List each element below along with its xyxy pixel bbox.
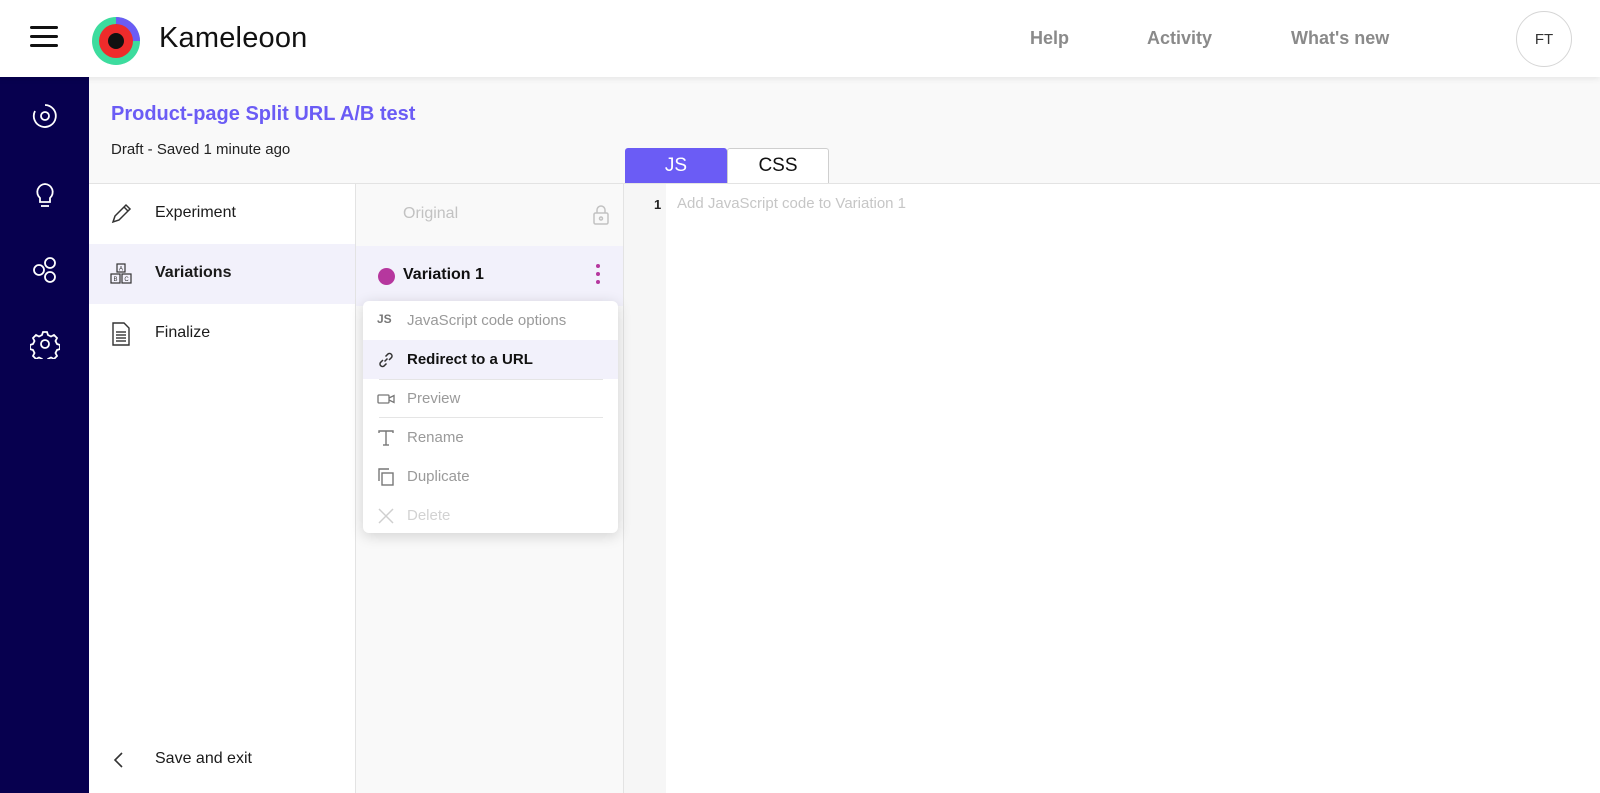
editor-placeholder: Add JavaScript code to Variation 1 [677, 195, 907, 212]
left-rail [0, 77, 89, 793]
page-title[interactable]: Product-page Split URL A/B test [111, 103, 415, 126]
video-icon [377, 394, 395, 404]
menu-item-duplicate[interactable]: Duplicate [363, 457, 618, 496]
variation-label: Variation 1 [403, 266, 484, 283]
document-icon [112, 322, 130, 346]
kebab-menu-icon[interactable] [592, 264, 604, 288]
menu-item-delete[interactable]: Delete [363, 496, 618, 533]
menu-item-rename[interactable]: Rename [363, 418, 618, 457]
nav-activity[interactable]: Activity [1147, 28, 1212, 49]
integrations-icon[interactable] [30, 255, 60, 285]
experiment-header: Product-page Split URL A/B test Draft - … [89, 77, 1600, 183]
settings-icon[interactable] [30, 329, 60, 359]
top-bar: Kameleoon Help Activity What's new FT [0, 0, 1600, 77]
variation-original[interactable]: Original [356, 184, 623, 246]
svg-text:B: B [113, 277, 117, 283]
save-status: Draft - Saved 1 minute ago [111, 141, 291, 158]
tab-css[interactable]: CSS [727, 148, 829, 183]
save-and-exit-button[interactable]: Save and exit [89, 740, 355, 780]
avatar[interactable]: FT [1516, 11, 1572, 67]
variation-color-dot [378, 268, 395, 285]
pencil-icon [111, 203, 132, 224]
menu-item-label: Duplicate [407, 468, 470, 485]
lock-icon [593, 205, 609, 225]
svg-text:C: C [124, 277, 129, 283]
variation-context-menu: JS JavaScript code options Redirect to a… [363, 301, 618, 533]
menu-item-label: Preview [407, 390, 461, 407]
hamburger-menu-icon[interactable] [30, 26, 58, 50]
menu-item-redirect-url[interactable]: Redirect to a URL [363, 340, 618, 379]
menu-item-label: Rename [407, 429, 464, 446]
sidebar-item-finalize[interactable]: Finalize [89, 304, 355, 364]
sidebar-item-label: Experiment [155, 204, 236, 221]
sidebar-item-label: Finalize [155, 324, 211, 341]
variation-label: Original [403, 205, 459, 222]
line-number: 1 [654, 197, 662, 212]
link-icon [379, 352, 393, 368]
menu-item-label: Redirect to a URL [407, 351, 533, 368]
target-icon[interactable] [30, 101, 60, 131]
kameleoon-logo[interactable] [90, 11, 146, 67]
nav-whats-new[interactable]: What's new [1291, 28, 1389, 49]
chevron-left-icon [113, 752, 123, 768]
nav-help[interactable]: Help [1030, 28, 1069, 49]
sidebar-item-experiment[interactable]: Experiment [89, 184, 355, 244]
variation-1[interactable]: Variation 1 [356, 246, 623, 306]
save-and-exit-label: Save and exit [155, 750, 252, 767]
close-icon [378, 508, 394, 524]
copy-icon [378, 468, 394, 486]
svg-text:A: A [119, 267, 123, 273]
code-editor[interactable]: 1 Add JavaScript code to Variation 1 [624, 183, 1600, 793]
text-icon [378, 430, 394, 446]
menu-item-preview[interactable]: Preview [363, 379, 618, 418]
sidebar-item-label: Variations [155, 264, 232, 281]
js-icon: JS [377, 312, 392, 326]
menu-item-label: JavaScript code options [407, 312, 567, 329]
brand-name: Kameleoon [159, 22, 308, 54]
abc-blocks-icon: A B C [110, 263, 132, 284]
sidebar-item-variations[interactable]: A B C Variations [89, 244, 355, 304]
menu-item-label: Delete [407, 507, 451, 524]
menu-item-javascript-options[interactable]: JS JavaScript code options [363, 301, 618, 340]
tab-js[interactable]: JS [625, 148, 727, 183]
steps-sidebar: Experiment A B C Variations Finalize Sav… [89, 183, 356, 793]
editor-gutter: 1 [624, 184, 666, 793]
lightbulb-icon[interactable] [30, 181, 60, 211]
